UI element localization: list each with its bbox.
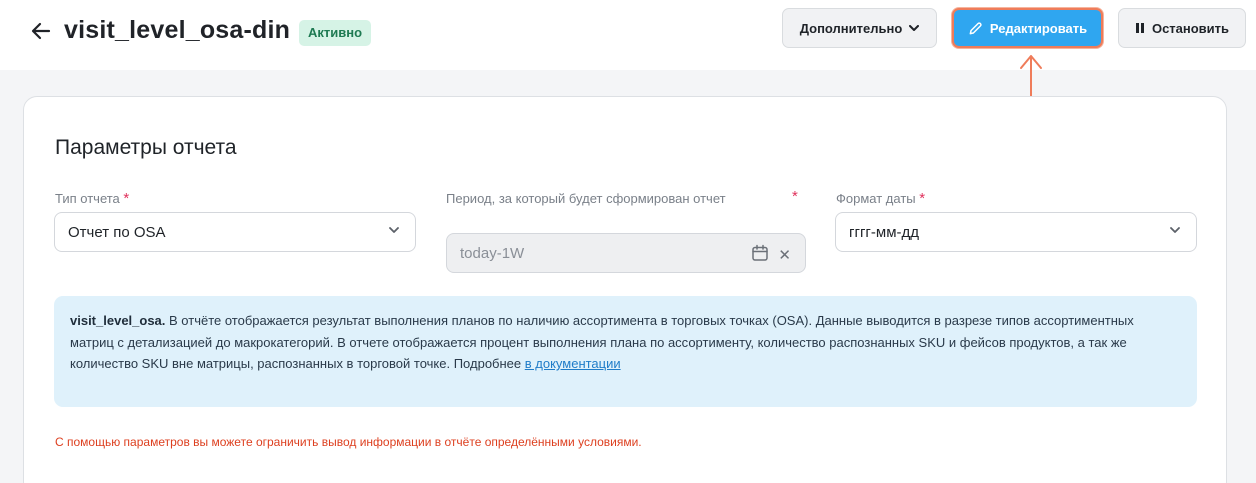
report-code: visit_level_osa.: [70, 313, 166, 328]
required-mark: *: [123, 190, 130, 207]
back-arrow-icon[interactable]: [30, 20, 52, 42]
edit-button[interactable]: Редактировать: [952, 8, 1103, 48]
stop-button[interactable]: Остановить: [1118, 8, 1246, 48]
report-type-select[interactable]: Отчет по OSA: [54, 212, 416, 252]
chevron-down-icon: [1170, 227, 1180, 233]
more-button-label: Дополнительно: [799, 20, 903, 36]
date-format-select[interactable]: гггг-мм-дд: [835, 212, 1197, 252]
calendar-icon[interactable]: [751, 244, 769, 262]
chevron-down-icon: [909, 24, 920, 31]
pause-icon: [1135, 23, 1144, 33]
clear-icon[interactable]: ✕: [778, 246, 791, 264]
period-input[interactable]: today-1W ✕: [446, 233, 806, 273]
required-mark: *: [919, 190, 926, 207]
required-mark: *: [792, 188, 798, 205]
report-type-label: Тип отчета *: [55, 190, 130, 207]
report-description: visit_level_osa. В отчёте отображается р…: [54, 296, 1197, 407]
date-format-label: Формат даты *: [836, 190, 926, 207]
report-type-value: Отчет по OSA: [68, 223, 166, 241]
params-hint: С помощью параметров вы можете ограничит…: [55, 435, 642, 449]
period-value: today-1W: [460, 244, 525, 262]
more-button[interactable]: Дополнительно: [782, 8, 937, 48]
status-badge: Активно: [299, 20, 372, 46]
section-title: Параметры отчета: [55, 136, 237, 159]
chevron-down-icon: [389, 227, 399, 233]
page-title: visit_level_osa-din: [64, 16, 291, 44]
edit-button-label: Редактировать: [989, 20, 1088, 36]
pencil-icon: [969, 21, 982, 34]
period-label: Период, за который будет сформирован отч…: [446, 191, 726, 206]
page-header: visit_level_osa-din Активно Дополнительн…: [0, 0, 1256, 70]
report-params-card: Параметры отчета Тип отчета * Отчет по O…: [23, 96, 1227, 483]
stop-button-label: Остановить: [1151, 20, 1230, 36]
date-format-value: гггг-мм-дд: [849, 223, 920, 241]
documentation-link[interactable]: в документации: [525, 356, 621, 371]
